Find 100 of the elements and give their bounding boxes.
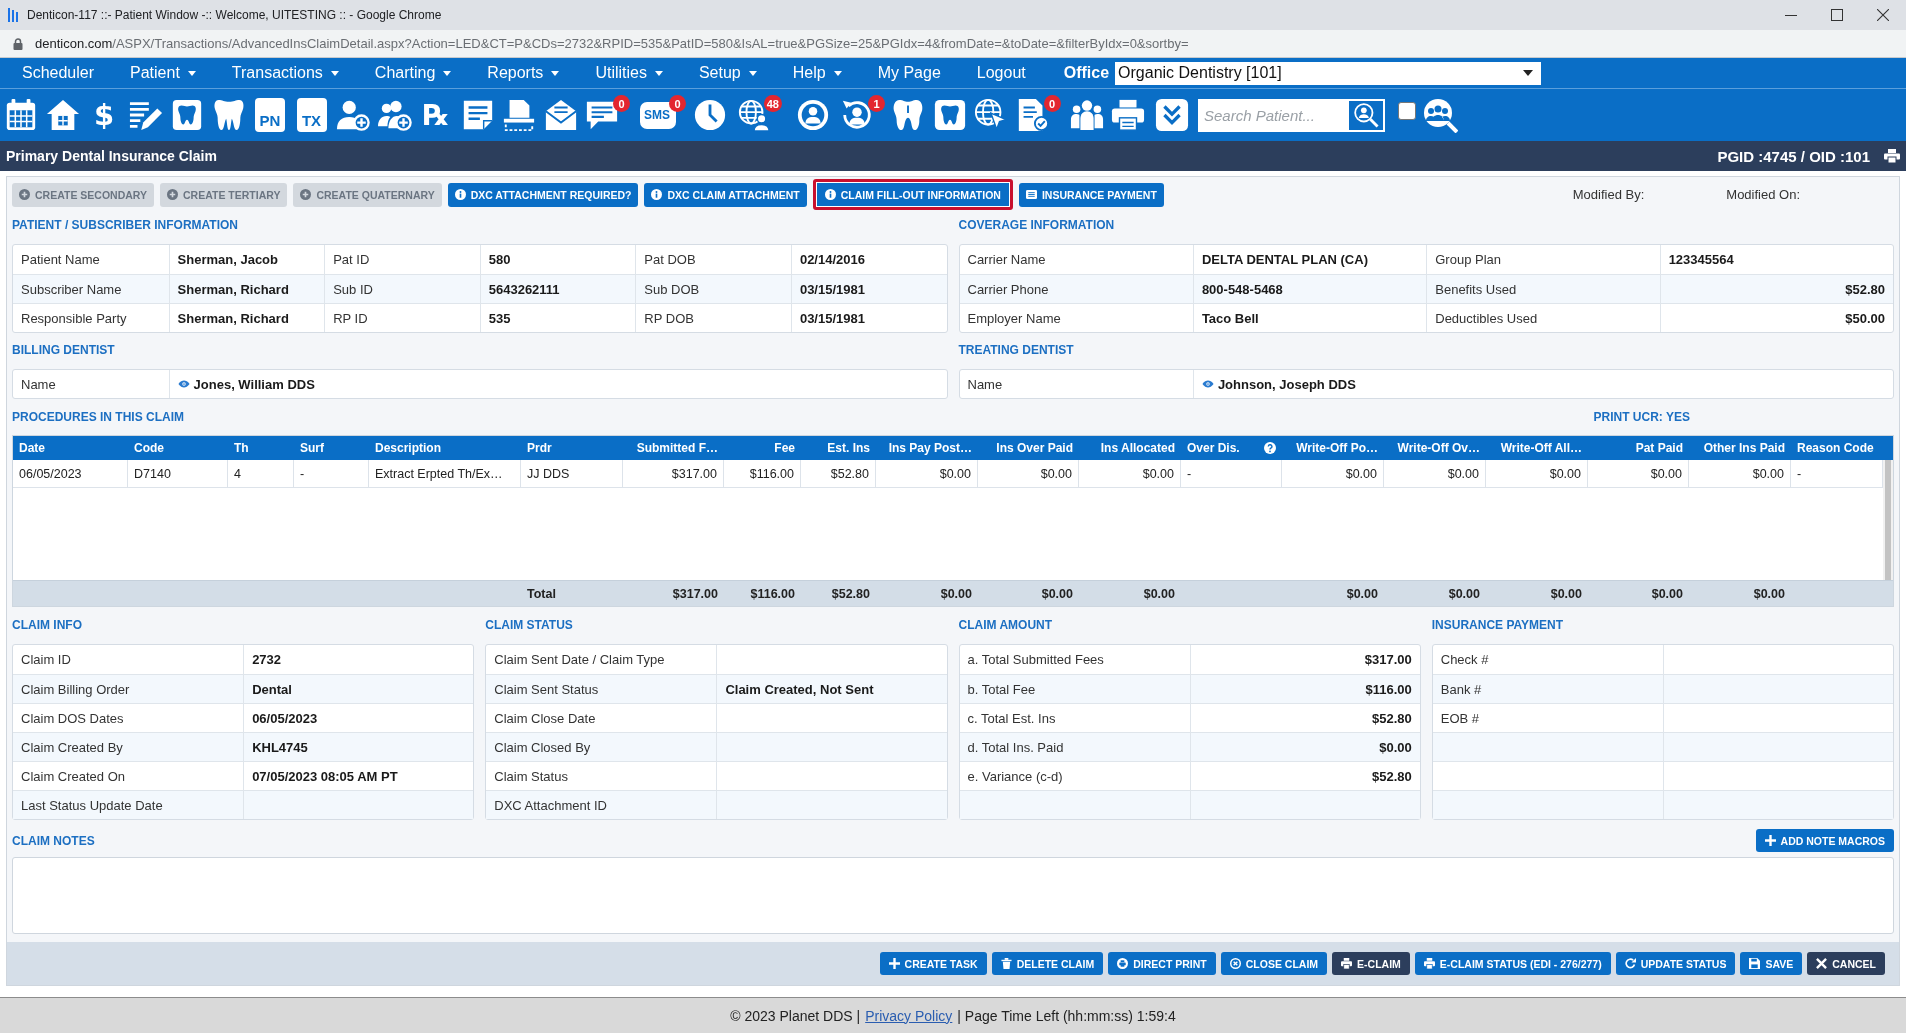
section-title: PATIENT / SUBSCRIBER INFORMATION	[12, 218, 238, 232]
column-header: Pat Paid	[1635, 441, 1683, 455]
list-icon	[1025, 189, 1037, 200]
people-add-icon[interactable]	[377, 98, 412, 132]
modified-on-label: Modified On:	[1726, 187, 1800, 202]
record-ids: PGID :4745 / OID :101	[1717, 147, 1870, 165]
action-button[interactable]: DXC ATTACHMENT REQUIRED?	[447, 182, 639, 207]
toolbar-button[interactable]: $	[93, 98, 115, 132]
field-label: RP DOB	[635, 304, 791, 332]
tooth-icon[interactable]	[891, 98, 925, 132]
toolbar-button[interactable]: PN	[255, 98, 285, 132]
table-cell: $317.00	[623, 460, 724, 487]
printer-icon[interactable]	[1884, 149, 1900, 163]
menu-item[interactable]: Help	[792, 64, 842, 82]
action-button[interactable]: DIRECT PRINT	[1108, 952, 1216, 975]
tooth-icon[interactable]	[211, 98, 246, 132]
action-button[interactable]: CREATE TASK	[879, 952, 987, 975]
section-title: PROCEDURES IN THIS CLAIM	[12, 410, 184, 424]
field-value: 5643262111	[479, 275, 636, 303]
section-title: CLAIM INFO	[12, 618, 82, 632]
field-value: 535	[479, 304, 636, 332]
toolbar-button[interactable]: SMS	[640, 101, 676, 129]
action-button[interactable]: INSURANCE PAYMENT	[1018, 182, 1164, 207]
tooth-card-icon[interactable]	[932, 98, 967, 132]
menu-item[interactable]: Logout	[976, 64, 1026, 82]
modified-by-label: Modified By:	[1572, 187, 1645, 202]
printer-icon	[1423, 958, 1435, 969]
print-ucr-label: PRINT UCR: YES	[1593, 410, 1690, 424]
save-icon	[1749, 958, 1761, 969]
eye-icon[interactable]	[1201, 380, 1214, 388]
total-value: $0.00	[1752, 585, 1786, 603]
action-button[interactable]: SAVE	[1740, 952, 1803, 975]
scanner-icon[interactable]	[502, 98, 536, 132]
column-header: Prdr	[527, 441, 552, 455]
window-title: Denticon-117 ::- Patient Window -:: Welcome, UITESTING :: - Google Chrome	[27, 8, 442, 22]
maximize-icon[interactable]	[1831, 9, 1843, 21]
count-badge: 0	[669, 95, 686, 112]
privacy-policy-link[interactable]: Privacy Policy	[865, 1007, 953, 1024]
action-button[interactable]: E-CLAIM	[1332, 952, 1410, 975]
copyright-text: © 2023 Planet DDS |	[730, 1007, 861, 1024]
refresh-icon	[1624, 958, 1636, 969]
field-value: Sherman, Richard	[168, 304, 325, 332]
add-note-macros-button[interactable]: ADD NOTE MACROS	[1755, 829, 1894, 852]
help-icon[interactable]	[1264, 442, 1276, 454]
tooth-card-icon[interactable]	[170, 98, 204, 132]
action-button[interactable]: DELETE CLAIM	[991, 952, 1104, 975]
table-cell: $0.00	[978, 460, 1079, 487]
plus-circle-icon	[167, 189, 178, 200]
group-search-icon[interactable]	[1422, 97, 1458, 133]
scrollbar[interactable]	[1883, 460, 1893, 580]
search-field[interactable]: Search Patient...	[1198, 98, 1347, 132]
minimize-icon[interactable]	[1785, 14, 1797, 16]
action-button[interactable]: E-CLAIM STATUS (EDI - 276/277)	[1414, 952, 1611, 975]
people-icon[interactable]	[1069, 98, 1104, 132]
menu-item[interactable]: My Page	[877, 64, 941, 82]
menu-item[interactable]: Utilities	[595, 64, 663, 82]
total-value: $0.00	[1549, 585, 1583, 603]
dentist-name: Jones, William DDS	[193, 376, 315, 392]
table-cell: JJ DDS	[521, 460, 623, 487]
person-add-icon[interactable]	[336, 98, 370, 132]
clock-icon[interactable]	[693, 98, 727, 132]
action-button[interactable]: DXC CLAIM ATTACHMENT	[644, 182, 807, 207]
toolbar-button[interactable]: ℞	[423, 98, 449, 132]
menu-item[interactable]: Scheduler	[22, 64, 95, 82]
close-circle-icon	[1229, 958, 1241, 969]
caret-icon	[654, 70, 663, 76]
envelope-icon[interactable]	[543, 98, 578, 132]
user-refresh-icon[interactable]	[840, 98, 874, 132]
home-icon[interactable]	[45, 98, 80, 132]
info-icon	[824, 189, 836, 200]
notes-field[interactable]	[12, 857, 1894, 934]
checkbox[interactable]	[1398, 102, 1416, 120]
calendar-icon[interactable]	[4, 98, 38, 132]
action-button[interactable]: CLAIM FILL-OUT INFORMATION	[812, 179, 1013, 210]
patient-search-button[interactable]	[1347, 98, 1385, 132]
action-button[interactable]: CLOSE CLAIM	[1220, 952, 1328, 975]
chevron-down-icon[interactable]	[1155, 98, 1189, 132]
total-value: $0.00	[1142, 585, 1176, 603]
menu-item[interactable]: Charting	[374, 64, 452, 82]
toolbar-button[interactable]: TX	[296, 98, 327, 132]
field-value: $0.00	[1189, 733, 1420, 761]
office-select[interactable]: Organic Dentistry [101]	[1115, 61, 1542, 85]
plus-icon	[888, 958, 900, 969]
menu-item[interactable]: Transactions	[231, 64, 339, 82]
total-value: $116.00	[749, 585, 796, 603]
user-circle-icon[interactable]	[796, 98, 830, 132]
column-header: Ins Allocated	[1100, 441, 1175, 455]
lock-icon	[13, 37, 23, 50]
close-icon[interactable]	[1877, 9, 1889, 21]
field-value: 03/15/1981	[790, 275, 947, 303]
menu-item[interactable]: Patient	[130, 64, 196, 82]
action-button[interactable]: UPDATE STATUS	[1615, 952, 1736, 975]
action-button[interactable]: CANCEL	[1807, 952, 1885, 975]
menu-item[interactable]: Reports	[487, 64, 560, 82]
section-title: CLAIM STATUS	[485, 618, 573, 632]
page-title: Primary Dental Insurance Claim	[6, 148, 218, 164]
printer-icon[interactable]	[1111, 98, 1145, 132]
table-cell: $0.00	[1282, 460, 1384, 487]
eye-icon[interactable]	[177, 380, 190, 388]
menu-item[interactable]: Setup	[698, 64, 757, 82]
